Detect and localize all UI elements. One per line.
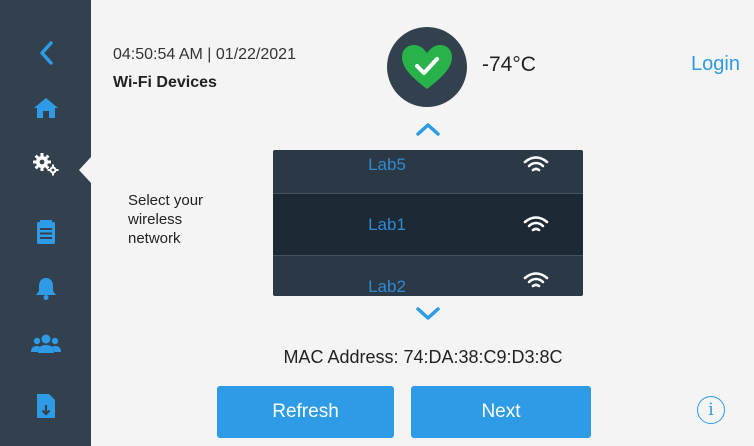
next-button[interactable]: Next (411, 386, 591, 438)
network-item[interactable]: Lab5 (273, 150, 583, 195)
clipboard-icon (36, 220, 55, 244)
mac-address-row: MAC Address: 74:DA:38:C9:D3:8C (0, 347, 754, 368)
network-name: Lab5 (368, 154, 406, 174)
network-item[interactable]: Lab2 (273, 256, 583, 296)
wifi-icon (523, 216, 549, 232)
wifi-icon (523, 272, 549, 288)
temperature-readout: -74°C (482, 53, 536, 76)
datetime-display: 04:50:54 AM | 01/22/2021 (113, 46, 296, 63)
network-name: Lab1 (368, 214, 406, 234)
wifi-icon (523, 156, 549, 172)
back-button[interactable] (0, 25, 91, 81)
network-name: Lab2 (368, 276, 406, 296)
nav-settings[interactable] (0, 136, 91, 192)
page-title: Wi-Fi Devices (113, 74, 217, 91)
prompt-text: Select your wireless network (128, 192, 204, 247)
file-download-icon (36, 394, 55, 418)
home-icon (33, 98, 58, 118)
nav-home[interactable] (0, 80, 91, 136)
bell-icon (35, 278, 56, 300)
chevron-left-icon (39, 41, 53, 65)
login-link[interactable]: Login (691, 53, 740, 76)
gears-icon (32, 153, 58, 176)
nav-export[interactable] (0, 378, 91, 434)
refresh-button[interactable]: Refresh (217, 386, 394, 438)
nav-logs[interactable] (0, 204, 91, 260)
info-button[interactable]: i (697, 396, 725, 424)
scroll-down-chevron-icon[interactable] (415, 306, 441, 322)
info-icon: i (708, 400, 714, 420)
network-prompt: Select your wireless network (128, 191, 248, 248)
status-indicator (387, 27, 467, 107)
heart-check-icon (402, 45, 452, 89)
active-indicator (79, 157, 91, 183)
network-list[interactable]: Lab5 Lab1 Lab2 (273, 150, 583, 296)
nav-alarms[interactable] (0, 260, 91, 316)
sidebar (0, 0, 91, 446)
scroll-up-chevron-icon[interactable] (415, 121, 441, 137)
network-item-selected[interactable]: Lab1 (273, 194, 583, 255)
mac-address: MAC Address: 74:DA:38:C9:D3:8C (283, 347, 563, 367)
